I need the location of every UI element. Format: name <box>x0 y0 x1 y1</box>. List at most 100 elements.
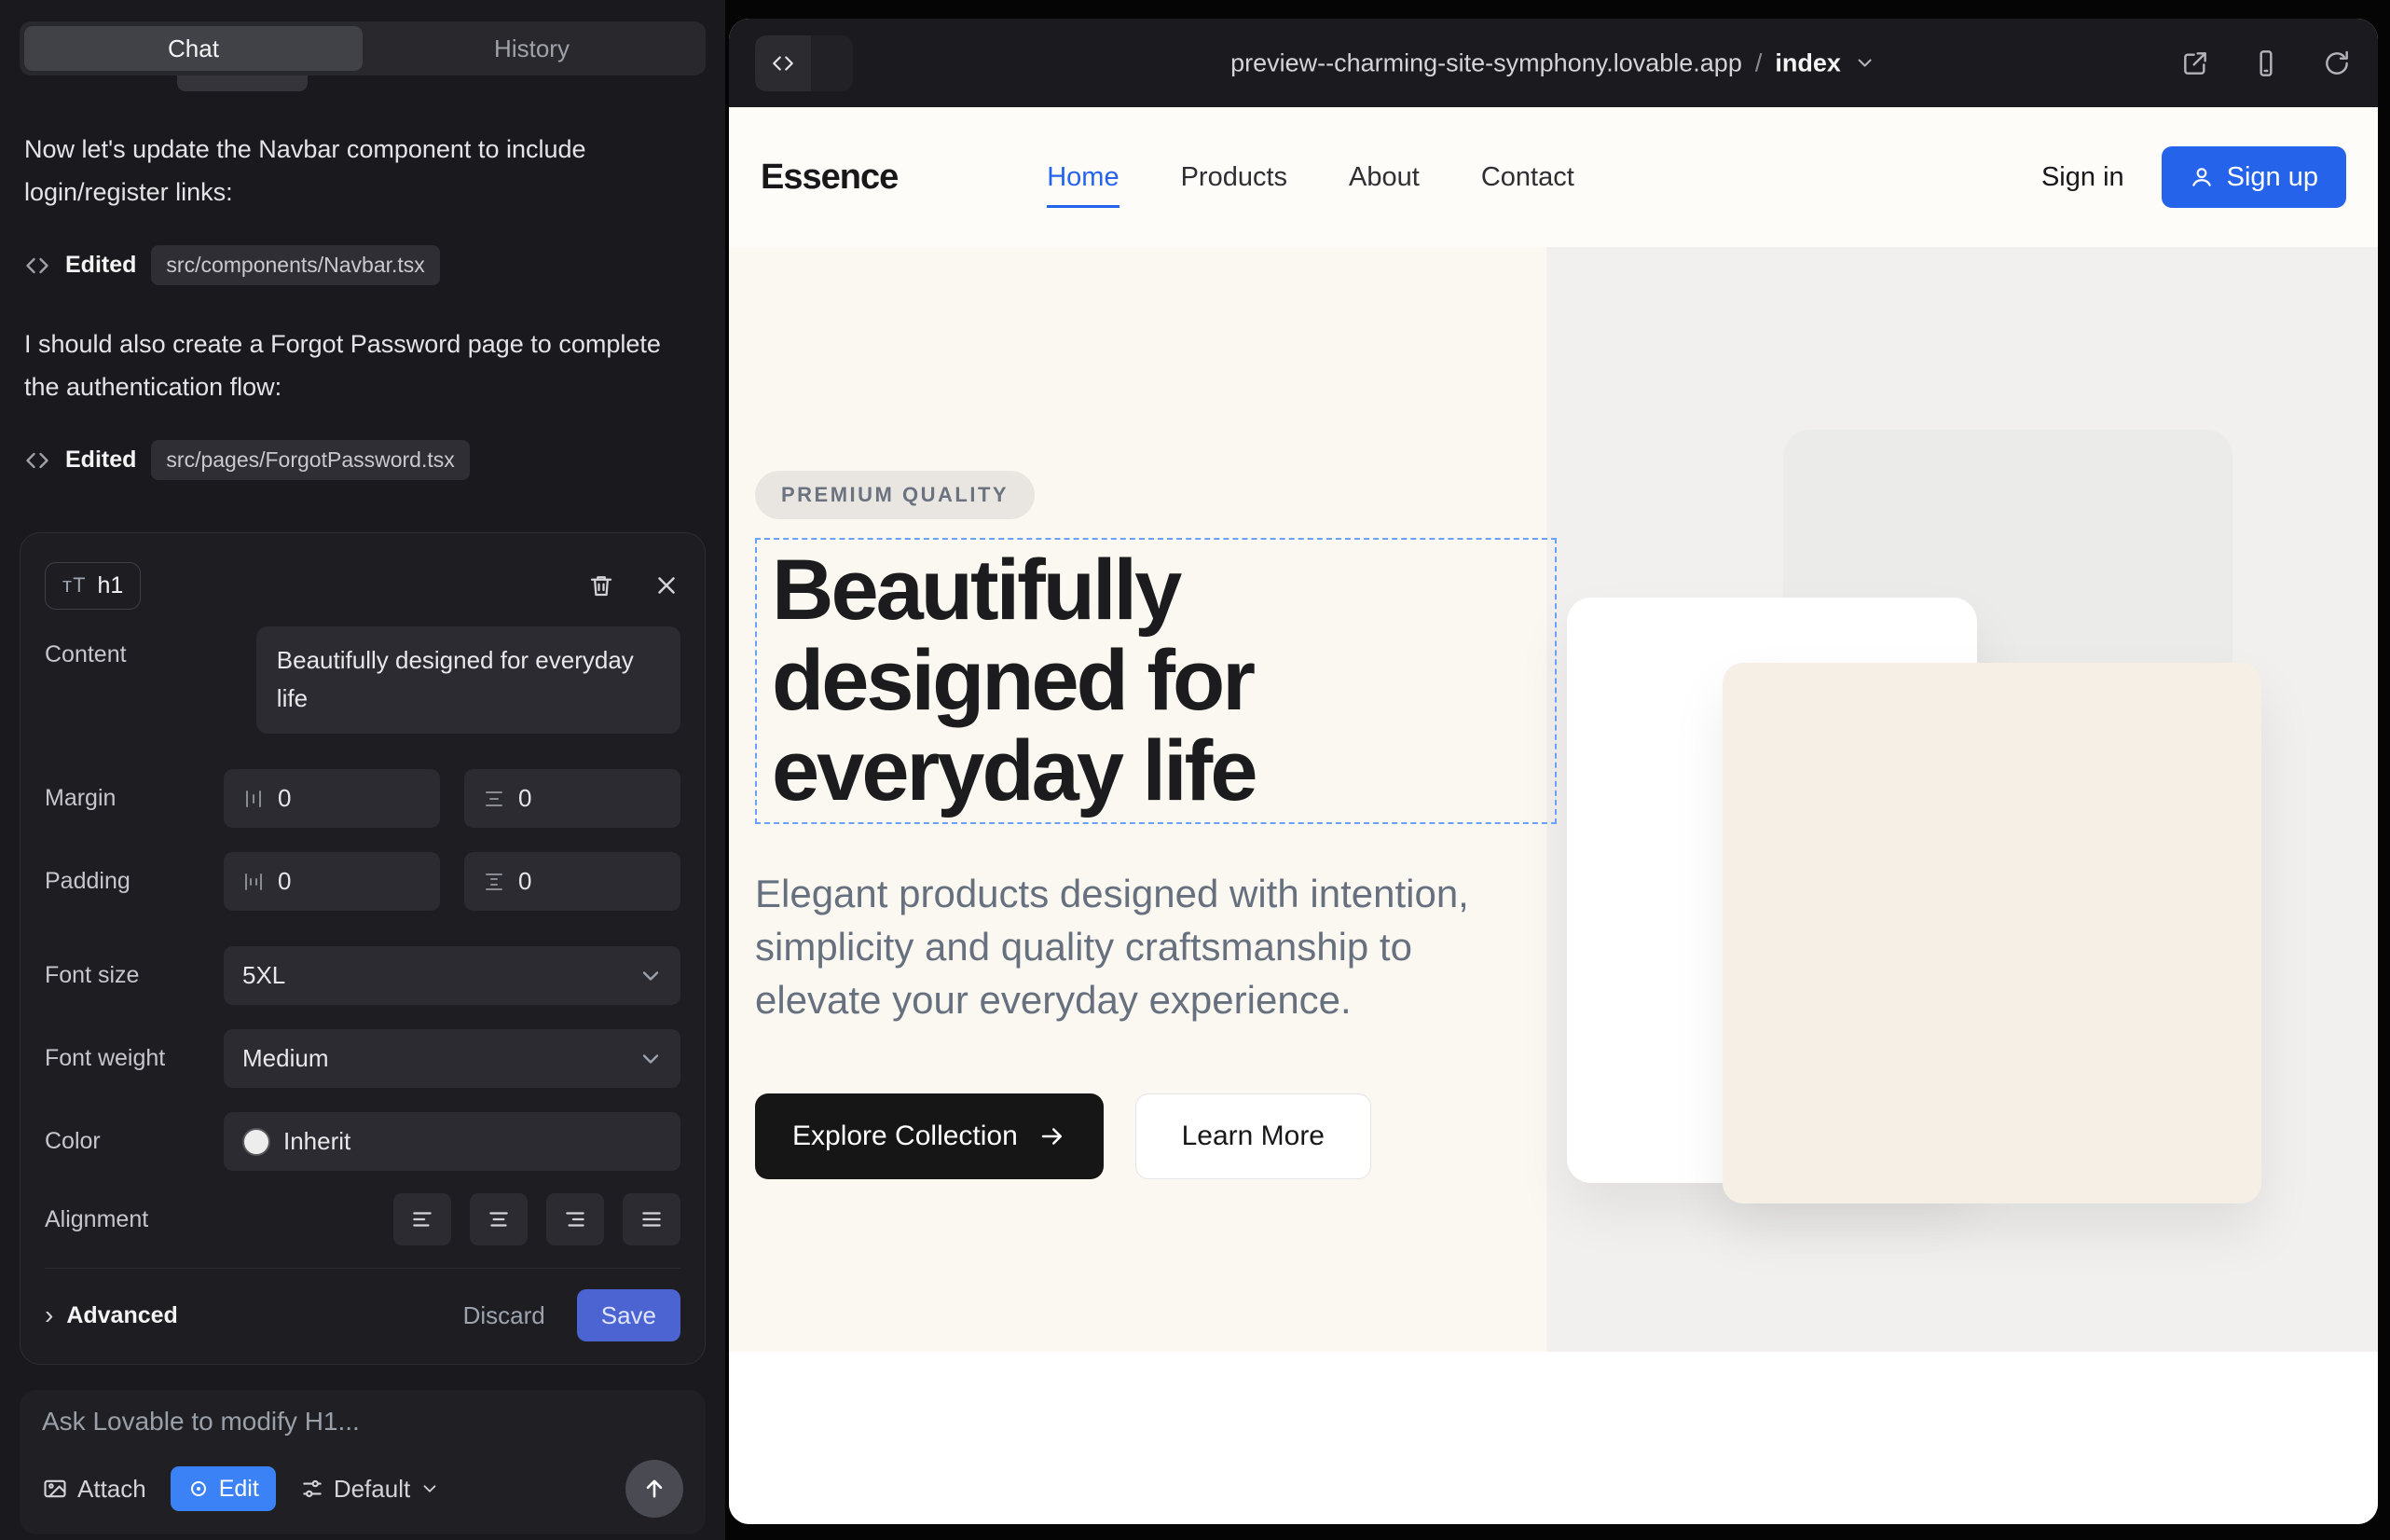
refresh-icon[interactable] <box>2322 48 2352 78</box>
typography-icon: тT <box>62 573 87 598</box>
align-justify-button[interactable] <box>623 1193 680 1245</box>
attach-button[interactable]: Attach <box>42 1475 146 1504</box>
preview-window: preview--charming-site-symphony.lovable.… <box>729 19 2378 1524</box>
sign-up-button[interactable]: Sign up <box>2162 146 2346 208</box>
font-weight-field-row: Font weight Medium <box>45 1029 680 1088</box>
font-size-field-row: Font size 5XL <box>45 946 680 1005</box>
horizontal-spacing-icon <box>242 788 265 810</box>
site-nav-links: Home Products About Contact <box>1047 162 1574 193</box>
delete-element-button[interactable] <box>587 571 615 599</box>
site-preview: Essence Home Products About Contact Sign… <box>729 107 2378 1524</box>
assistant-message: I should also create a Forgot Password p… <box>24 323 677 408</box>
edit-action-label: Edited <box>65 252 136 279</box>
color-swatch <box>242 1128 270 1156</box>
explore-collection-button[interactable]: Explore Collection <box>755 1093 1104 1179</box>
premium-quality-badge: PREMIUM QUALITY <box>755 471 1035 519</box>
margin-x-input[interactable]: 0 <box>224 769 440 828</box>
edit-target-icon <box>187 1478 210 1500</box>
margin-y-input[interactable]: 0 <box>464 769 680 828</box>
open-external-icon[interactable] <box>2180 48 2210 78</box>
save-button[interactable]: Save <box>577 1289 680 1341</box>
align-left-icon <box>410 1207 434 1231</box>
panel-tabs: Chat History <box>20 21 706 76</box>
composer-toolbar: Attach Edit Default <box>42 1460 683 1518</box>
align-right-icon <box>563 1207 587 1231</box>
font-weight-label: Font weight <box>45 1045 224 1072</box>
alignment-field-row: Alignment <box>45 1193 680 1245</box>
alignment-label: Alignment <box>45 1206 257 1233</box>
tab-chat[interactable]: Chat <box>24 26 363 71</box>
edit-mode-button[interactable]: Edit <box>171 1466 276 1511</box>
hero-heading[interactable]: Beautifully designed for everyday life <box>772 545 1540 817</box>
arrow-right-icon <box>1038 1122 1066 1150</box>
close-editor-button[interactable] <box>652 571 680 599</box>
send-button[interactable] <box>625 1460 683 1518</box>
editor-footer: › Advanced Discard Save <box>45 1268 680 1341</box>
element-tag-badge: тT h1 <box>45 562 141 610</box>
default-model-selector[interactable]: Default <box>300 1475 440 1504</box>
nav-link-home[interactable]: Home <box>1047 162 1119 193</box>
font-size-label: Font size <box>45 962 224 989</box>
align-left-button[interactable] <box>393 1193 451 1245</box>
vertical-spacing-icon <box>483 788 505 810</box>
chevron-down-icon <box>638 1046 664 1072</box>
padding-field-row: Padding 0 0 <box>45 852 680 911</box>
content-label: Content <box>45 641 256 668</box>
preview-url: preview--charming-site-symphony.lovable.… <box>1230 48 1742 77</box>
app-root: Chat History Now let's update the Navbar… <box>0 0 2390 1540</box>
hero-section: PREMIUM QUALITY Beautifully designed for… <box>729 247 2378 1352</box>
h1-selection-outline[interactable]: Beautifully designed for everyday life <box>755 538 1557 824</box>
url-page: index <box>1775 48 1841 77</box>
chevron-down-icon <box>419 1478 440 1499</box>
nav-link-products[interactable]: Products <box>1181 162 1287 193</box>
image-attach-icon <box>42 1476 68 1502</box>
sign-in-link[interactable]: Sign in <box>2041 162 2124 193</box>
site-brand[interactable]: Essence <box>761 158 898 198</box>
site-navbar: Essence Home Products About Contact Sign… <box>729 107 2378 247</box>
decorative-card-beige <box>1723 663 2261 1203</box>
align-right-button[interactable] <box>546 1193 604 1245</box>
file-edit-row: Edited src/components/Navbar.tsx <box>24 245 701 285</box>
nav-link-about[interactable]: About <box>1349 162 1420 193</box>
editor-header: тT h1 <box>45 557 680 613</box>
url-separator: / <box>1755 48 1763 77</box>
code-icon <box>755 35 811 91</box>
color-label: Color <box>45 1128 224 1155</box>
color-field-row: Color Inherit <box>45 1112 680 1171</box>
padding-label: Padding <box>45 868 224 895</box>
advanced-toggle[interactable]: › Advanced <box>45 1300 178 1330</box>
hero-description[interactable]: Elegant products designed with intention… <box>755 867 1496 1026</box>
discard-button[interactable]: Discard <box>463 1301 545 1330</box>
nav-link-contact[interactable]: Contact <box>1481 162 1574 193</box>
sliders-icon <box>300 1477 324 1501</box>
arrow-up-icon <box>641 1476 667 1502</box>
chat-messages: Now let's update the Navbar component to… <box>0 128 725 480</box>
padding-y-input[interactable]: 0 <box>464 852 680 911</box>
composer-input[interactable] <box>42 1407 683 1437</box>
preview-toolbar: preview--charming-site-symphony.lovable.… <box>729 19 2378 107</box>
chevron-right-icon: › <box>45 1300 53 1330</box>
preview-area: preview--charming-site-symphony.lovable.… <box>725 0 2390 1540</box>
file-edit-row: Edited src/pages/ForgotPassword.tsx <box>24 440 701 480</box>
align-center-button[interactable] <box>470 1193 528 1245</box>
chevron-down-icon <box>638 963 664 989</box>
preview-url-selector[interactable]: preview--charming-site-symphony.lovable.… <box>1230 48 1876 77</box>
chat-panel: Chat History Now let's update the Navbar… <box>0 0 725 1540</box>
chevron-down-icon <box>1854 52 1876 75</box>
edited-file-badge[interactable]: src/components/Navbar.tsx <box>151 245 439 285</box>
font-size-select[interactable]: 5XL <box>224 946 680 1005</box>
content-textarea[interactable]: Beautifully designed for everyday life <box>256 626 680 734</box>
font-weight-select[interactable]: Medium <box>224 1029 680 1088</box>
color-select[interactable]: Inherit <box>224 1112 680 1171</box>
code-view-toggle[interactable] <box>755 35 853 91</box>
tab-history[interactable]: History <box>363 26 701 71</box>
element-tag: h1 <box>98 572 124 599</box>
mobile-view-icon[interactable] <box>2251 48 2281 78</box>
chat-composer: Attach Edit Default <box>20 1390 706 1534</box>
edited-file-badge[interactable]: src/pages/ForgotPassword.tsx <box>151 440 469 480</box>
margin-label: Margin <box>45 785 224 812</box>
align-justify-icon <box>639 1207 664 1231</box>
learn-more-button[interactable]: Learn More <box>1135 1093 1371 1179</box>
element-editor-panel: тT h1 Content Beautifully designed for e… <box>20 532 706 1365</box>
padding-x-input[interactable]: 0 <box>224 852 440 911</box>
